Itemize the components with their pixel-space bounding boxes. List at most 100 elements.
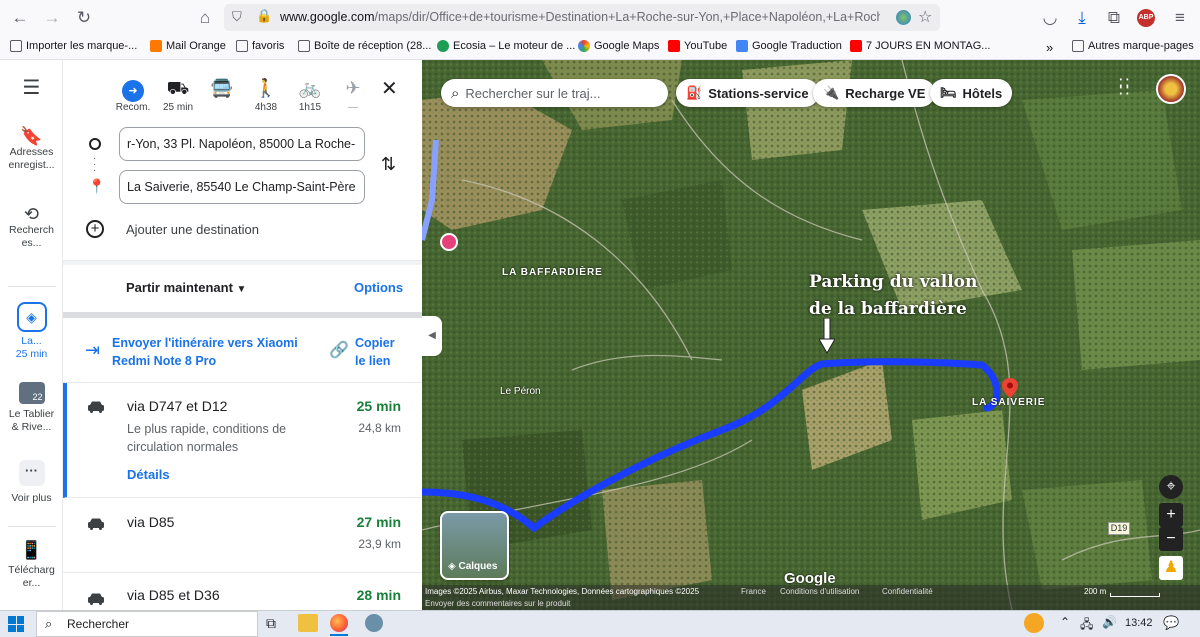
origin-field[interactable]: r-Yon, 33 Pl. Napoléon, 85000 La Roche- (119, 127, 365, 161)
place-thumbnail: 22 (18, 382, 45, 404)
forward-icon[interactable]: → (40, 6, 64, 30)
taskbar-search-box[interactable]: ⌕ Rechercher (36, 611, 258, 637)
send-to-device-link[interactable]: Envoyer l'itinéraire vers Xiaomi Redmi N… (112, 334, 298, 370)
app-menu-icon[interactable]: ≡ (1168, 6, 1192, 30)
app-icon[interactable] (365, 614, 383, 632)
ecosia-icon (437, 40, 449, 52)
satellite-map[interactable]: ⌕ Rechercher sur le traj... ⛽ Stations-se… (422, 60, 1200, 610)
adblock-icon[interactable]: ABP (1137, 9, 1155, 27)
my-location-icon[interactable]: ⌖ (1159, 475, 1183, 499)
mode-car[interactable]: ⛟ 25 min (158, 76, 198, 113)
download-icon[interactable]: ⤓ (1070, 6, 1094, 30)
bookmark-item[interactable]: Mail Orange (150, 40, 226, 52)
add-destination-button[interactable]: Ajouter une destination (126, 222, 259, 237)
recent-place-button[interactable]: 22 Le Tablier & Rive... (0, 382, 63, 434)
download-app-button[interactable]: 📱 Télécharg er... (0, 540, 63, 590)
privacy-link[interactable]: Confidentialité (882, 587, 933, 596)
route-option-2[interactable]: via D85 27 min 23,9 km (63, 498, 422, 573)
firefox-icon[interactable] (330, 614, 348, 632)
volume-icon[interactable]: 🔊 (1102, 615, 1117, 629)
account-avatar[interactable] (1156, 74, 1186, 104)
pocket-icon[interactable]: ◡ (1038, 6, 1062, 30)
notifications-icon[interactable]: 💬 (1163, 615, 1179, 631)
ev-charging-icon: 🔌 (823, 85, 840, 100)
other-bookmarks[interactable]: Autres marque-pages (1072, 40, 1194, 52)
recent-place-label: Le Tablier & Rive... (8, 408, 55, 433)
collapse-panel-button[interactable]: ◀ (422, 316, 442, 356)
more-dots-icon: ··· (18, 460, 45, 486)
bookmark-item[interactable]: favoris (236, 40, 284, 52)
phone-icon: 📱 (20, 540, 43, 560)
home-icon[interactable]: ⌂ (193, 6, 217, 30)
reload-icon[interactable]: ↻ (72, 6, 96, 30)
hotel-pin-icon[interactable] (440, 233, 458, 251)
route-details-link[interactable]: Détails (127, 467, 170, 482)
layers-button[interactable]: ◈ Calques (440, 511, 509, 580)
mode-label: — (348, 102, 358, 113)
zoom-in-button[interactable]: + (1159, 503, 1183, 527)
bookmark-item[interactable]: Google Maps (578, 40, 659, 52)
pegman-icon[interactable]: ♟ (1159, 556, 1183, 580)
network-icon[interactable]: 🖧 (1080, 615, 1093, 636)
bookmark-item[interactable]: Google Traduction (736, 40, 842, 52)
mode-bike[interactable]: 🚲 1h15 (290, 76, 330, 113)
bookmark-label: Google Maps (594, 40, 660, 52)
bookmark-item[interactable]: Importer les marque-... (10, 40, 137, 52)
back-icon[interactable]: ← (8, 6, 32, 30)
mode-transit[interactable]: 🚍 (202, 76, 242, 102)
more-button[interactable]: ··· Voir plus (0, 460, 63, 505)
bookmark-item[interactable]: YouTube (668, 40, 727, 52)
recent-button[interactable]: ⟲ Recherch es... (0, 204, 63, 250)
active-directions-button[interactable]: ◈ La... 25 min (0, 302, 63, 361)
route-search-box[interactable]: ⌕ Rechercher sur le traj... (441, 79, 668, 107)
chip-hotels[interactable]: 🛏 Hôtels (930, 79, 1013, 107)
chip-gas-stations[interactable]: ⛽ Stations-service (676, 79, 819, 107)
weather-icon[interactable] (1024, 613, 1044, 633)
options-button[interactable]: Options (354, 280, 403, 295)
saved-places-button[interactable]: 🔖 Adresses enregist... (0, 126, 63, 172)
directions-icon: ◈ (16, 302, 47, 332)
clock-time[interactable]: 13:42 (1125, 617, 1153, 629)
more-bookmarks-chevron-icon[interactable]: » (1046, 40, 1053, 55)
lock-icon[interactable]: 🔒 (256, 8, 272, 24)
country-label: France (741, 587, 766, 596)
bookmark-label: Boîte de réception (28... (314, 40, 432, 52)
close-icon[interactable]: ✕ (381, 76, 398, 101)
address-bar[interactable]: ⛉ 🔒 www.google.com/maps/dir/Office+de+to… (224, 4, 940, 31)
place-label-peron: Le Péron (500, 386, 541, 397)
scale-bar (1110, 593, 1160, 597)
apps-grid-icon[interactable]: ∷ ∷ (1119, 76, 1130, 100)
mode-walk[interactable]: 🚶 4h38 (246, 76, 286, 113)
depart-now-dropdown[interactable]: Partir maintenant ▼ (126, 280, 246, 295)
destination-field[interactable]: La Saiverie, 85540 Le Champ-Saint-Père (119, 170, 365, 204)
link-icon: 🔗 (329, 342, 349, 359)
maps-side-rail: ☰ 🔖 Adresses enregist... ⟲ Recherch es..… (0, 60, 63, 610)
route-option-1[interactable]: via D747 et D12 25 min 24,8 km Le plus r… (63, 383, 422, 498)
mode-best[interactable]: ➜ Recom. (113, 76, 153, 113)
bookmark-item[interactable]: 7 JOURS EN MONTAG... (850, 40, 990, 52)
feedback-link[interactable]: Envoyer des commentaires sur le produit (425, 599, 570, 608)
task-view-icon[interactable]: ⧉ (266, 615, 276, 632)
bookmark-favicon-icon (298, 40, 310, 52)
route-option-3[interactable]: via D85 et D36 28 min (63, 573, 422, 610)
mode-flight[interactable]: ✈ — (333, 76, 373, 113)
copy-link-button[interactable]: Copier le lien (355, 334, 395, 370)
terms-link[interactable]: Conditions d'utilisation (780, 587, 859, 596)
bookmark-star-icon[interactable]: ☆ (918, 7, 932, 27)
extension-globe-icon[interactable] (896, 10, 911, 25)
menu-icon[interactable]: ☰ (0, 78, 63, 98)
bookmark-item[interactable]: Ecosia – Le moteur de ... (437, 40, 575, 52)
extensions-icon[interactable]: ⧉ (1102, 6, 1126, 30)
bookmark-label: Google Traduction (752, 40, 842, 52)
swap-icon[interactable]: ⇅ (381, 154, 396, 175)
destination-pin-icon[interactable] (1002, 378, 1018, 398)
tray-chevron-icon[interactable]: ⌃ (1060, 615, 1070, 629)
chip-ev-charging[interactable]: 🔌 Recharge VE (813, 79, 936, 107)
zoom-out-button[interactable]: − (1159, 527, 1183, 551)
file-explorer-icon[interactable] (298, 614, 318, 632)
add-destination-icon[interactable]: + (86, 220, 104, 238)
shield-icon[interactable]: ⛉ (232, 9, 242, 25)
windows-start-icon[interactable] (8, 616, 24, 632)
route-search-placeholder: Rechercher sur le traj... (465, 85, 601, 101)
bookmark-item[interactable]: Boîte de réception (28... (298, 40, 431, 52)
